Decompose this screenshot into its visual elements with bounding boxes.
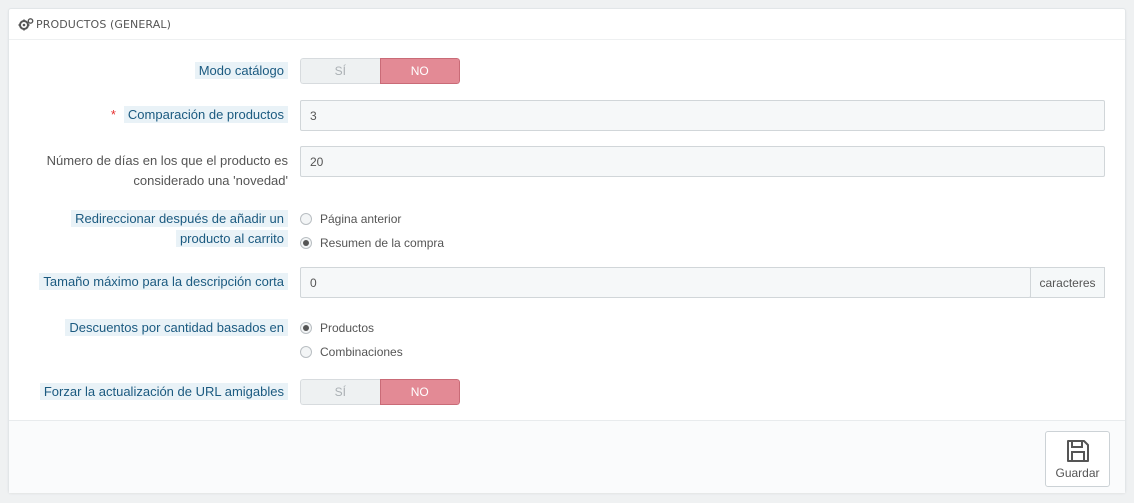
- short-desc-input[interactable]: 0: [300, 267, 1031, 298]
- radio-button[interactable]: [300, 346, 312, 358]
- product-comparison-input[interactable]: 3: [300, 100, 1105, 131]
- panel-title: PRODUCTOS (GENERAL): [36, 17, 171, 31]
- redirect-option-previous[interactable]: Página anterior: [300, 211, 401, 227]
- floppy-disk-icon: [1066, 439, 1089, 462]
- redirect-option-summary[interactable]: Resumen de la compra: [300, 235, 444, 251]
- short-desc-label: Tamaño máximo para la descripción corta: [39, 272, 288, 292]
- new-days-label: Número de días en los que el producto es…: [46, 153, 288, 188]
- radio-button-checked[interactable]: [300, 322, 312, 334]
- qty-discount-option-combinations[interactable]: Combinaciones: [300, 344, 403, 360]
- force-friendly-url-yes[interactable]: SÍ: [300, 379, 380, 405]
- catalog-mode-yes[interactable]: SÍ: [300, 58, 380, 84]
- panel-heading: PRODUCTOS (GENERAL): [9, 9, 1125, 40]
- radio-button-checked[interactable]: [300, 237, 312, 249]
- catalog-mode-no[interactable]: NO: [379, 58, 460, 84]
- force-friendly-url-label: Forzar la actualización de URL amigables: [39, 382, 288, 402]
- required-mark: *: [110, 107, 116, 122]
- product-comparison-label: * Comparación de productos: [111, 105, 288, 125]
- new-days-input[interactable]: 20: [300, 146, 1105, 177]
- force-friendly-url-switch[interactable]: SÍ NO: [300, 379, 460, 405]
- qty-discount-label: Descuentos por cantidad basados en: [65, 318, 288, 338]
- redirect-label: Redireccionar después de añadir un produ…: [71, 209, 288, 249]
- save-button[interactable]: Guardar: [1045, 431, 1110, 487]
- save-label: Guardar: [1055, 465, 1100, 480]
- radio-button[interactable]: [300, 213, 312, 225]
- characters-addon: caracteres: [1030, 267, 1105, 298]
- cogs-icon: [18, 18, 34, 31]
- panel-footer: Guardar: [9, 420, 1125, 493]
- qty-discount-option-products[interactable]: Productos: [300, 320, 374, 336]
- catalog-mode-switch[interactable]: SÍ NO: [300, 58, 460, 84]
- force-friendly-url-no[interactable]: NO: [379, 379, 460, 405]
- catalog-mode-label: Modo catálogo: [194, 61, 288, 81]
- settings-panel: PRODUCTOS (GENERAL) Modo catálogo SÍ NO …: [8, 8, 1126, 493]
